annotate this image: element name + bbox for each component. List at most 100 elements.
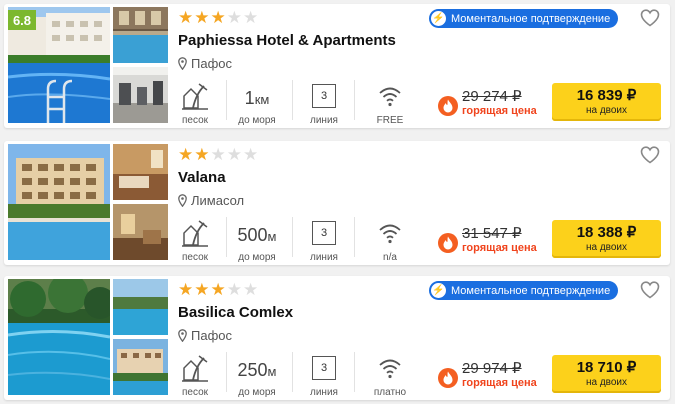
star-icon: ★ <box>178 145 194 164</box>
beach-line: 3 линия <box>304 82 344 126</box>
hotel-card[interactable]: ★ ★ ★ ★ ★ Basilica Comlex Пафос ⚡ Моментальн… <box>4 276 670 400</box>
divider <box>354 352 355 392</box>
fire-icon <box>438 96 458 116</box>
beach-label: песок <box>181 252 209 263</box>
instant-confirmation-label: Моментальное подтверждение <box>451 12 611 25</box>
beach-line: 3 линия <box>304 219 344 263</box>
price-amount: 16 839 ₽ <box>576 87 637 104</box>
divider <box>226 352 227 392</box>
line-number: 3 <box>312 356 336 380</box>
price-button[interactable]: 18 388 ₽ на двоих <box>552 220 661 258</box>
instant-confirmation-badge: ⚡ Моментальное подтверждение <box>429 281 619 300</box>
divider <box>354 80 355 120</box>
star-icon: ★ <box>194 8 210 27</box>
city-label: Пафос <box>191 328 232 343</box>
distance-value: 1 <box>244 88 255 108</box>
wifi-icon <box>379 87 401 107</box>
location-pin-icon <box>178 57 187 70</box>
distance-unit: м <box>267 229 277 244</box>
hot-price-label: горящая цена <box>462 377 537 389</box>
star-icon: ★ <box>210 280 226 299</box>
price-note: на двоих <box>585 377 628 388</box>
wifi-info: платно <box>366 354 414 398</box>
distance-to-sea: 500м до моря <box>230 219 284 263</box>
hotel-name[interactable]: Valana <box>178 169 226 186</box>
heart-icon[interactable] <box>640 146 660 164</box>
distance-to-sea: 1км до моря <box>230 82 284 126</box>
wifi-info: n/a <box>366 219 414 263</box>
price-button[interactable]: 18 710 ₽ на двоих <box>552 355 661 393</box>
instant-confirmation-badge: ⚡ Моментальное подтверждение <box>429 9 619 28</box>
old-price: 29 274 ₽ <box>462 88 522 105</box>
hotel-photo-thumb[interactable] <box>113 204 168 260</box>
star-icon: ★ <box>210 145 226 164</box>
location-pin-icon <box>178 194 187 207</box>
beach-type: песок <box>174 82 216 126</box>
city-label: Лимасол <box>191 193 245 208</box>
distance-value: 250 <box>237 360 268 380</box>
divider <box>292 352 293 392</box>
distance-label: до моря <box>238 252 276 263</box>
hotel-card[interactable]: ★ ★ ★ ★ ★ Valana Лимасол песок 500м до моря … <box>4 141 670 265</box>
hotel-name[interactable]: Paphiessa Hotel & Apartments <box>178 32 396 49</box>
divider <box>226 80 227 120</box>
star-icon: ★ <box>243 8 259 27</box>
wifi-label: n/a <box>383 252 397 263</box>
hotel-location: Лимасол <box>178 193 244 208</box>
star-rating: ★ ★ ★ ★ ★ <box>178 280 259 299</box>
price-note: на двоих <box>585 105 628 116</box>
star-rating: ★ ★ ★ ★ ★ <box>178 8 259 27</box>
hotel-photo-thumb[interactable] <box>113 144 168 200</box>
wifi-info: FREE <box>366 82 414 126</box>
star-icon: ★ <box>194 145 210 164</box>
divider <box>292 80 293 120</box>
hotel-name[interactable]: Basilica Comlex <box>178 304 293 321</box>
lightning-icon: ⚡ <box>431 283 446 298</box>
location-pin-icon <box>178 329 187 342</box>
star-icon: ★ <box>226 8 242 27</box>
wifi-label: FREE <box>376 115 404 126</box>
beach-label: песок <box>181 115 209 126</box>
distance-unit: м <box>267 364 277 379</box>
beach-label: песок <box>181 387 209 398</box>
line-label: линия <box>310 115 338 126</box>
line-label: линия <box>310 387 338 398</box>
price-note: на двоих <box>585 242 628 253</box>
divider <box>226 217 227 257</box>
star-icon: ★ <box>178 8 194 27</box>
hotel-photo-thumb[interactable] <box>113 67 168 123</box>
beach-type: песок <box>174 219 216 263</box>
hotel-card[interactable]: 6.8 ★ ★ ★ ★ ★ Paphiessa Hotel & Apartments П… <box>4 4 670 128</box>
lightning-icon: ⚡ <box>431 11 446 26</box>
distance-value: 500 <box>237 225 268 245</box>
hotel-photo-thumb[interactable] <box>113 7 168 63</box>
star-icon: ★ <box>243 145 259 164</box>
beach-sand-icon <box>182 83 208 110</box>
distance-to-sea: 250м до моря <box>230 354 284 398</box>
hot-price-label: горящая цена <box>462 105 537 117</box>
hotel-location: Пафос <box>178 56 232 71</box>
hotel-photo-thumb[interactable] <box>113 339 168 395</box>
hotel-photo-thumb[interactable] <box>113 279 168 335</box>
hotel-photo-main[interactable] <box>8 144 110 260</box>
beach-type: песок <box>174 354 216 398</box>
price-amount: 18 388 ₽ <box>576 224 637 241</box>
price-button[interactable]: 16 839 ₽ на двоих <box>552 83 661 121</box>
star-icon: ★ <box>243 280 259 299</box>
distance-unit: км <box>254 92 270 107</box>
star-icon: ★ <box>226 145 242 164</box>
distance-label: до моря <box>238 115 276 126</box>
beach-sand-icon <box>182 355 208 382</box>
star-icon: ★ <box>210 8 226 27</box>
hot-price-label: горящая цена <box>462 242 537 254</box>
star-icon: ★ <box>178 280 194 299</box>
hotel-photo-main[interactable] <box>8 279 110 395</box>
wifi-icon <box>379 224 401 244</box>
wifi-label: платно <box>373 387 407 398</box>
star-icon: ★ <box>226 280 242 299</box>
star-icon: ★ <box>194 280 210 299</box>
heart-icon[interactable] <box>640 281 660 299</box>
old-price: 31 547 ₽ <box>462 225 522 242</box>
heart-icon[interactable] <box>640 9 660 27</box>
rating-badge: 6.8 <box>8 10 36 30</box>
